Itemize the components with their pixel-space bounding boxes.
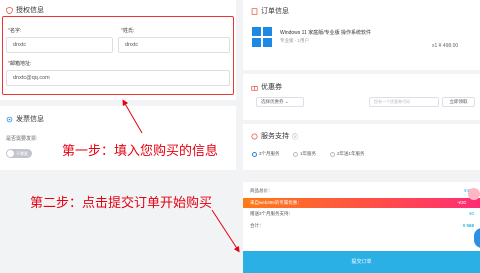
radio-dot <box>252 151 257 157</box>
chevron-down-icon: ⌄ <box>284 99 289 104</box>
submit-order-button[interactable]: 提交订单 <box>243 251 480 273</box>
service-option-3m[interactable]: 3个月服务 <box>252 151 280 157</box>
product-name: Windows 11 家庭版/专业版 操作系统软件 <box>280 30 372 36</box>
total-row: 合计： ¥ 568 <box>250 223 474 228</box>
side-float-button[interactable] <box>474 228 480 248</box>
support-icon <box>251 132 258 140</box>
coupon-apply-button[interactable]: 立即领取 <box>442 97 475 107</box>
gift-icon <box>251 84 258 91</box>
coupon-select[interactable]: 选择优惠券 ⌄ <box>256 97 304 107</box>
coupon-code-input[interactable]: 您有一个优惠券代码 <box>369 97 439 107</box>
arrow-step1 <box>122 99 143 134</box>
service-section-title: 服务支持 ⓘ <box>251 131 298 141</box>
service-option-2y[interactable]: 2年送1年服务 <box>330 151 365 157</box>
subtotal-row: 商品总价：¥498 <box>250 188 474 193</box>
promo-banner: 来自web386的专属优惠： -¥30 <box>243 198 480 208</box>
coupon-section-title: 优惠券 <box>251 82 282 92</box>
order-section-title: 订单信息 <box>251 6 289 16</box>
service-gift-row: 赠送3个月服务支持： ¥0 <box>250 211 474 216</box>
help-icon[interactable]: ⓘ <box>292 132 298 141</box>
arrow-step2 <box>211 209 240 253</box>
service-option-1y[interactable]: 1年服务 <box>293 151 316 157</box>
clipboard-icon <box>251 7 258 15</box>
windows-logo-icon <box>252 27 272 52</box>
radio-dot <box>330 151 335 157</box>
product-sub: 专业版 - 1用户 <box>280 38 310 43</box>
radio-dot <box>293 151 298 157</box>
side-avatar-icon[interactable] <box>468 188 480 200</box>
product-price: x1 ¥ 498.00 <box>432 43 459 49</box>
